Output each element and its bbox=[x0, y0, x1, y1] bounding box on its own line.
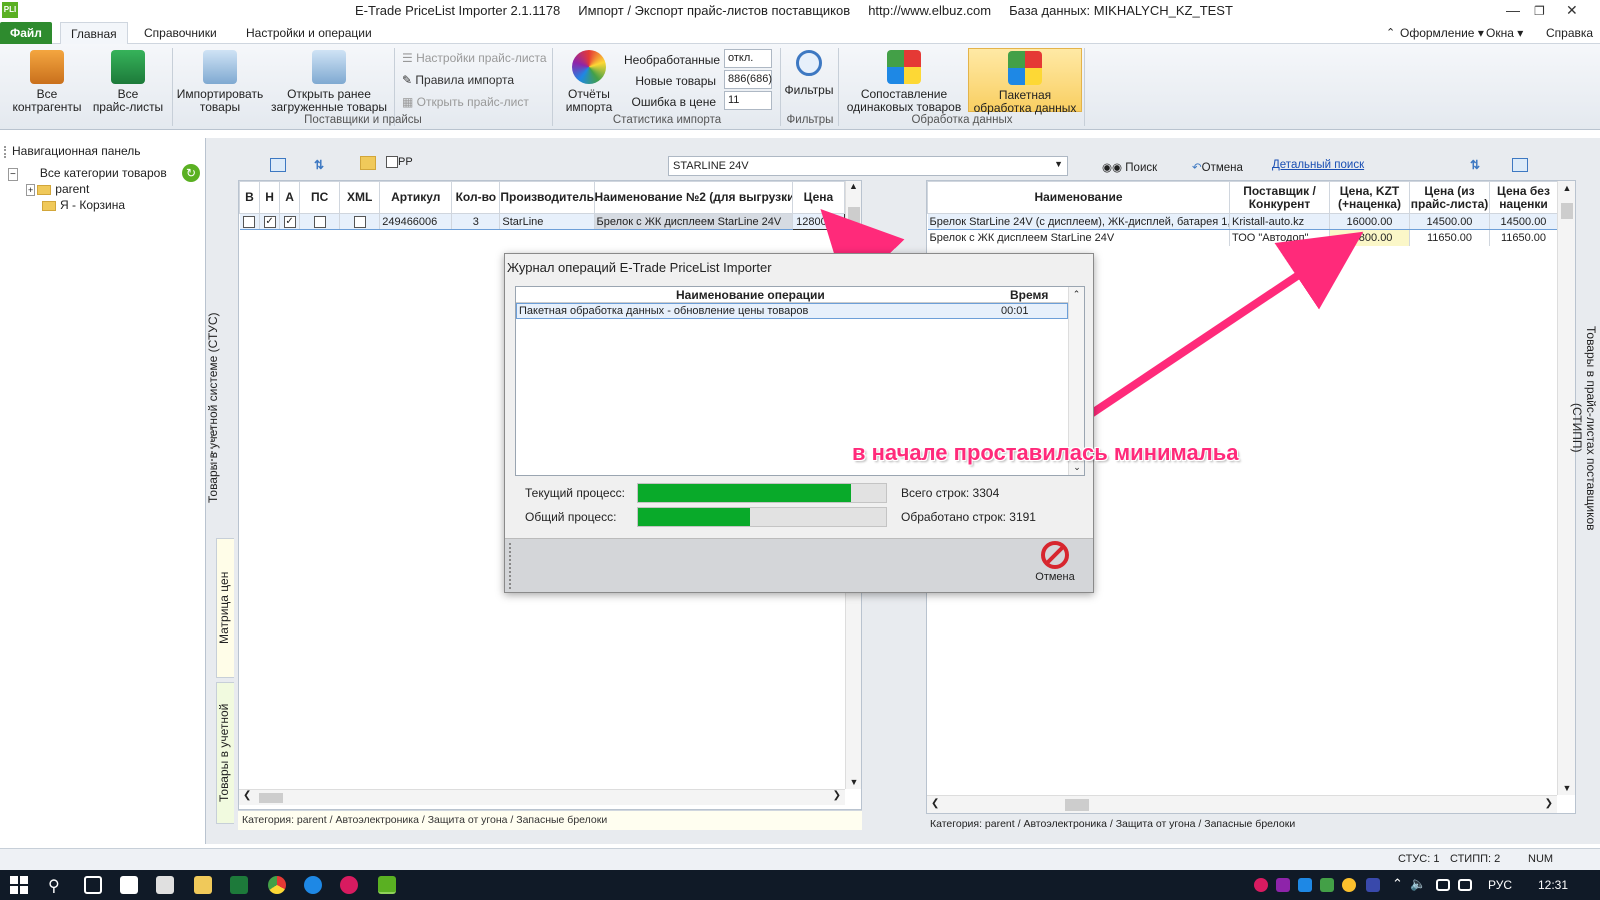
tray-icon[interactable] bbox=[1320, 878, 1334, 892]
status-stus: СТУС: 1 bbox=[1398, 853, 1440, 865]
total-process-label: Общий процесс: bbox=[525, 510, 617, 524]
drag-handle[interactable] bbox=[509, 543, 511, 589]
tray-icon[interactable] bbox=[1276, 878, 1290, 892]
calculator-icon[interactable] bbox=[156, 876, 174, 894]
current-process-label: Текущий процесс: bbox=[525, 486, 625, 500]
total-progress-fill bbox=[638, 508, 750, 526]
speaker-icon[interactable]: 🔈 bbox=[1410, 876, 1428, 894]
calendar-icon[interactable] bbox=[120, 876, 138, 894]
language-indicator[interactable]: РУС bbox=[1488, 878, 1512, 892]
cancel-process-button[interactable]: Отмена bbox=[1025, 541, 1085, 583]
col-header-operation[interactable]: Наименование операции bbox=[676, 288, 825, 302]
monitor-icon[interactable] bbox=[1436, 879, 1450, 891]
operations-list-row[interactable]: Пакетная обработка данных - обновление ц… bbox=[516, 303, 1068, 319]
current-progress-bar bbox=[637, 483, 887, 503]
annotation-text: в начале проставилась минимальа bbox=[852, 440, 1239, 465]
processed-rows: Обработано строк: 3191 bbox=[901, 510, 1036, 524]
app-red-icon[interactable] bbox=[340, 876, 358, 894]
tray-icon[interactable] bbox=[1366, 878, 1380, 892]
keyboard-icon[interactable] bbox=[1458, 879, 1472, 891]
cancel-process-label: Отмена bbox=[1035, 571, 1075, 583]
chrome-icon[interactable] bbox=[268, 876, 286, 894]
chevron-up-icon[interactable]: ⌃ bbox=[1392, 876, 1410, 894]
tray-icon[interactable] bbox=[1254, 878, 1268, 892]
tray-icon[interactable] bbox=[1342, 878, 1356, 892]
windows-start-icon[interactable] bbox=[10, 876, 28, 894]
tray-icon[interactable] bbox=[1298, 878, 1312, 892]
total-rows: Всего строк: 3304 bbox=[901, 486, 1000, 500]
status-bar: СТУС: 1 СТИПП: 2 NUM bbox=[0, 848, 1600, 870]
operations-list-header: Наименование операции Время bbox=[516, 287, 1068, 303]
clock[interactable]: 12:31 bbox=[1538, 878, 1568, 892]
pricelist-importer-icon[interactable] bbox=[378, 876, 396, 894]
explorer-icon[interactable] bbox=[194, 876, 212, 894]
col-header-time[interactable]: Время bbox=[1010, 288, 1048, 302]
status-stipp: СТИПП: 2 bbox=[1450, 853, 1501, 865]
search-icon[interactable]: ⚲ bbox=[48, 876, 66, 895]
total-progress-bar bbox=[637, 507, 887, 527]
operations-log-dialog: Журнал операций E-Trade PriceList Import… bbox=[504, 253, 1094, 593]
status-num: NUM bbox=[1528, 853, 1554, 865]
dialog-footer: Отмена bbox=[505, 538, 1093, 592]
taskbar: ⚲ ⌃ 🔈 РУС 12:31 bbox=[0, 870, 1600, 900]
skype-icon[interactable] bbox=[304, 876, 322, 894]
scroll-up-icon[interactable]: ⌃ bbox=[1069, 289, 1084, 300]
current-progress-fill bbox=[638, 484, 852, 502]
excel-icon[interactable] bbox=[230, 876, 248, 894]
operation-name: Пакетная обработка данных - обновление ц… bbox=[519, 305, 809, 317]
operation-time: 00:01 bbox=[1001, 305, 1029, 317]
stop-icon bbox=[1041, 541, 1069, 569]
task-view-icon[interactable] bbox=[84, 876, 102, 894]
dialog-title: Журнал операций E-Trade PriceList Import… bbox=[507, 260, 772, 275]
